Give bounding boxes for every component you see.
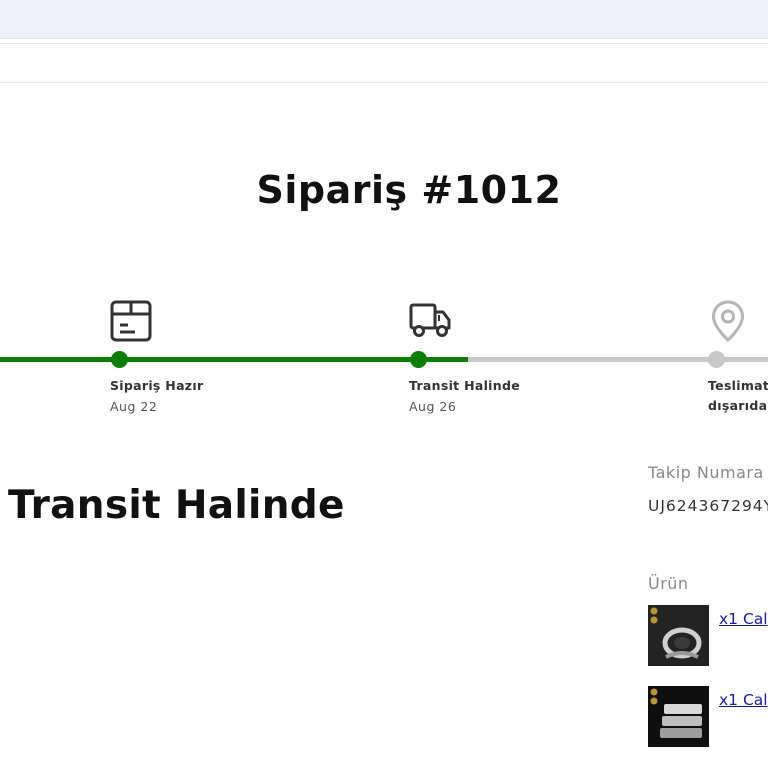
tracking-number: UJ624367294Y [648,497,768,515]
step-sublabel-teslimat: dışarıda [708,398,768,413]
product-link[interactable]: x1 Cal [719,691,768,709]
step-label-transit-halinde: Transit Halinde [409,378,520,393]
product-link[interactable]: x1 Cal [719,610,768,628]
package-icon [110,300,152,342]
map-pin-icon [711,300,745,343]
navigation-bar [0,43,768,83]
product-image-rings [648,605,709,666]
status-heading: Transit Halinde [8,483,345,528]
product-thumbnail[interactable] [648,686,709,747]
step-label-siparis-hazir: Sipariş Hazır [110,378,204,393]
product-thumbnail[interactable] [648,605,709,666]
step-date-siparis-hazir: Aug 22 [110,399,158,414]
step-label-teslimat: Teslimat [708,378,768,393]
product-section-label: Ürün [648,574,689,593]
product-image-bracelet [648,686,709,747]
step-dot-transit-halinde [410,351,427,368]
truck-icon [409,303,451,337]
step-dot-teslimat [708,351,725,368]
progress-track-complete [0,357,468,362]
step-date-transit-halinde: Aug 26 [409,399,457,414]
tracking-number-label: Takip Numara [648,463,764,482]
top-bar [0,0,768,39]
step-dot-siparis-hazir [111,351,128,368]
page-title: Sipariş #1012 [256,168,562,212]
